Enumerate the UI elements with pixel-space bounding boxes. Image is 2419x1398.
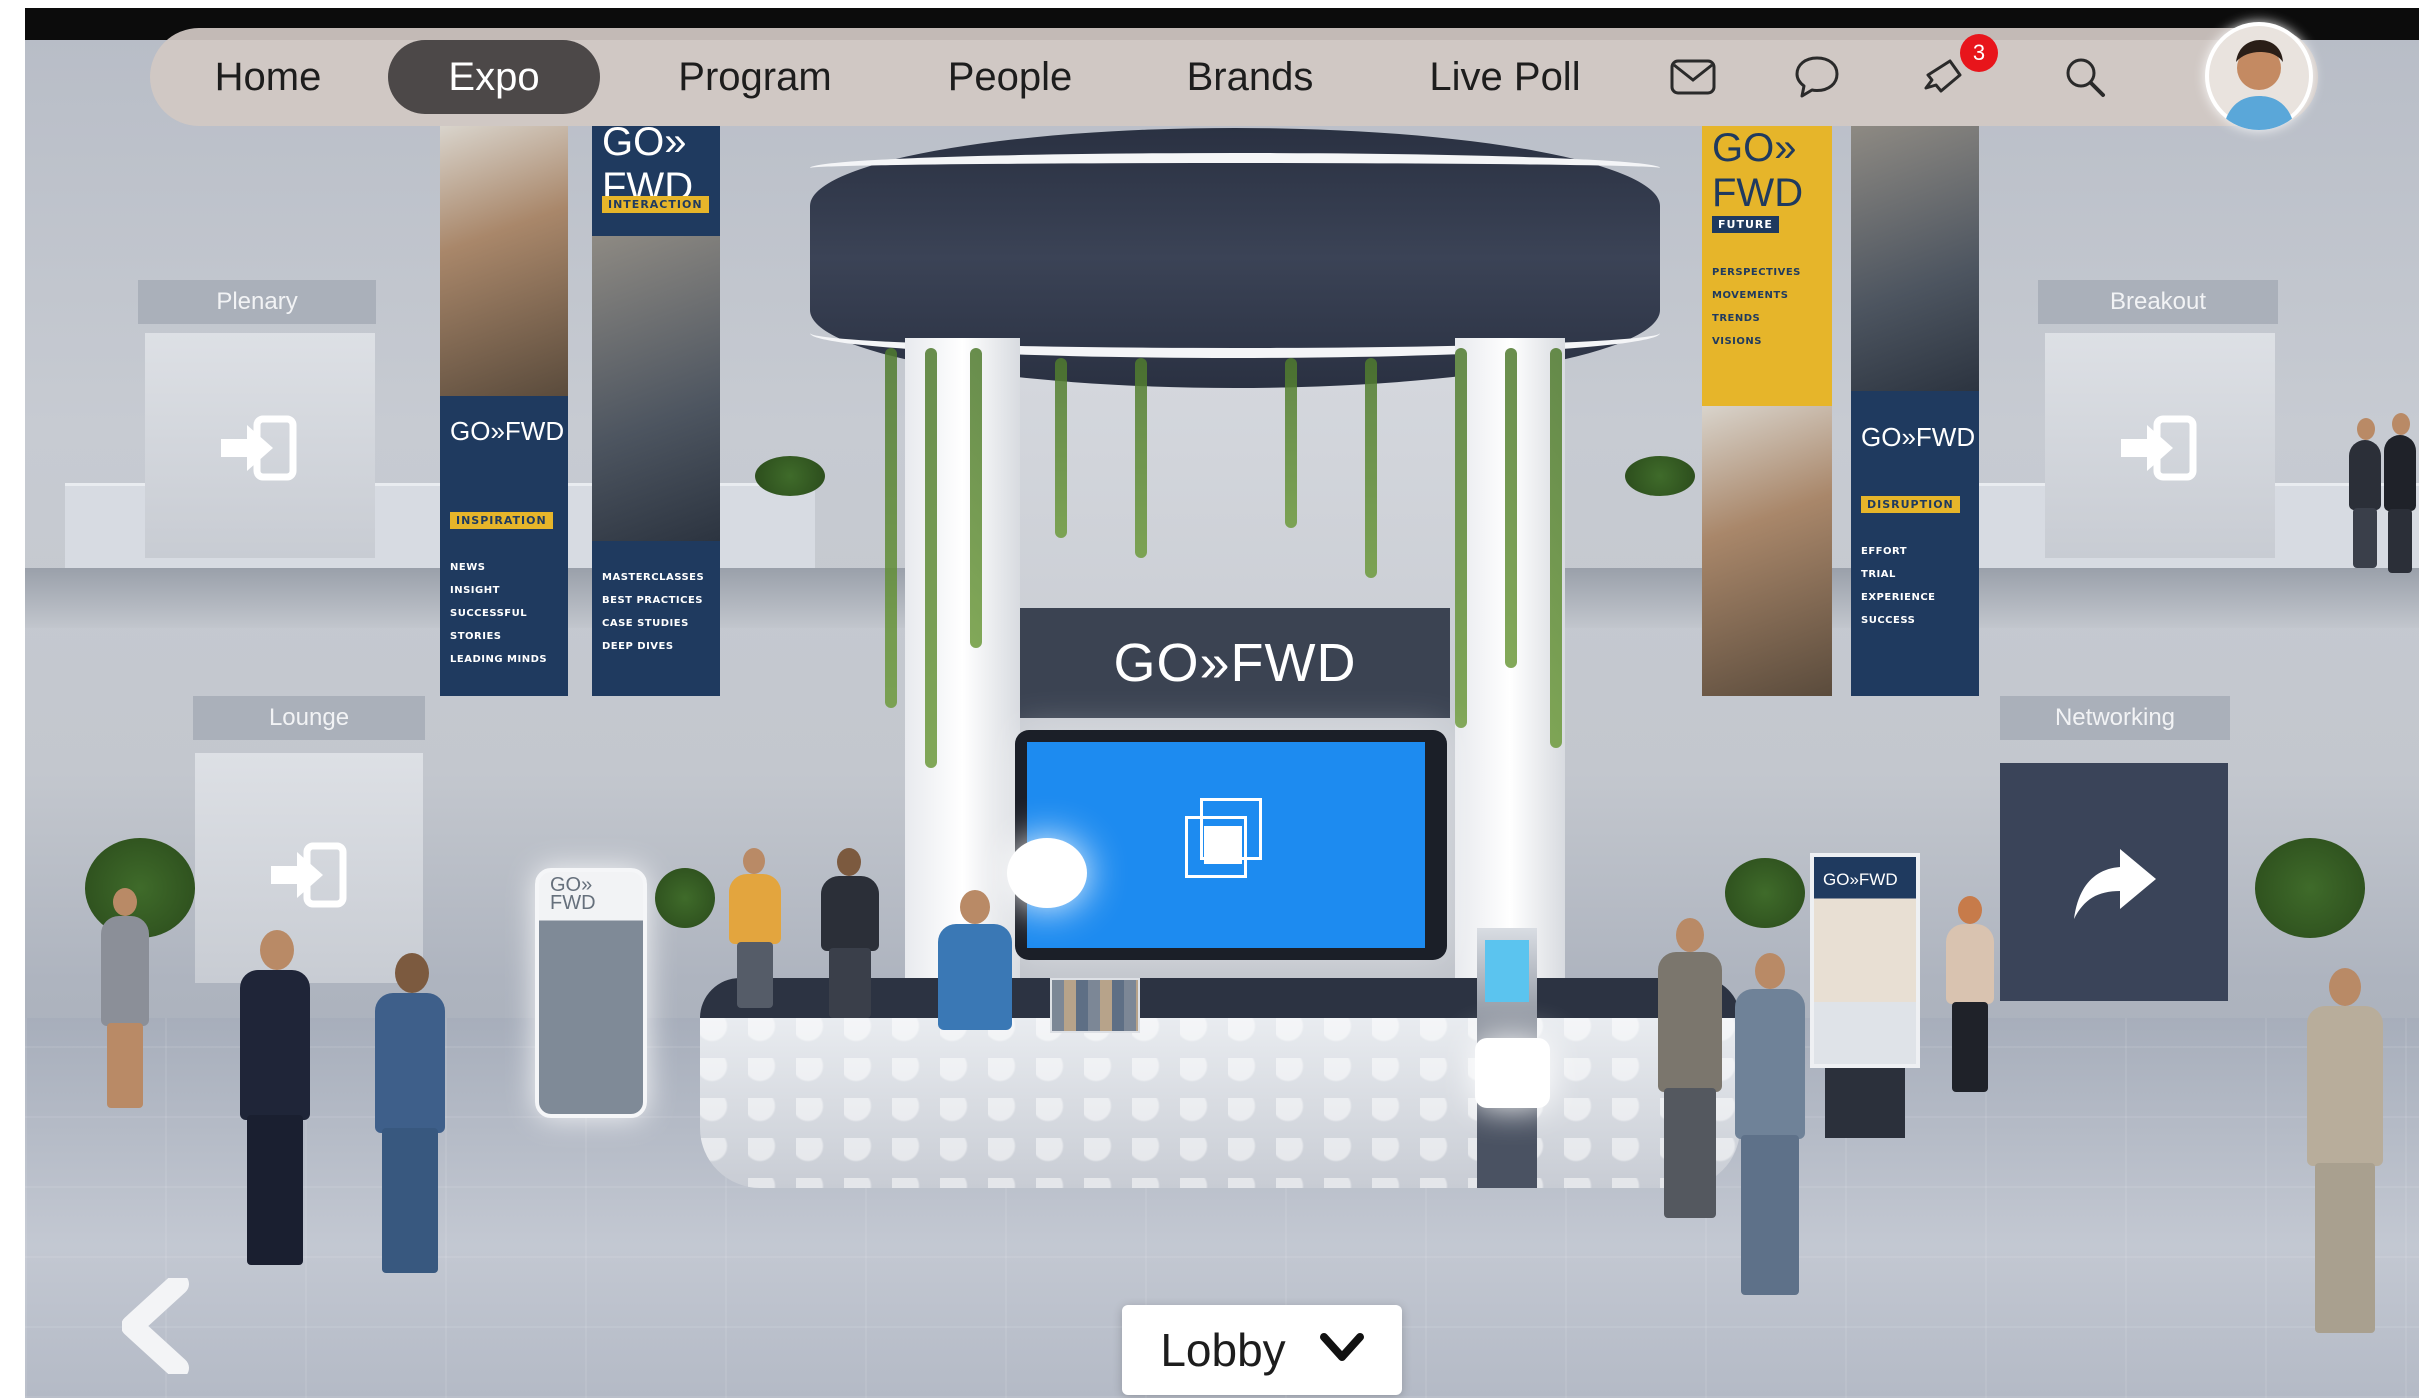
stand-right-logo: GO»FWD — [1823, 870, 1898, 889]
screen-media-icon-fill[interactable] — [1204, 826, 1242, 864]
banner-interaction: GO» FWD INTERACTION MASTERCLASSES BEST P… — [592, 126, 720, 696]
banner-tag: FUTURE — [1712, 216, 1779, 233]
portal-sign-networking: Networking — [2000, 696, 2230, 740]
chevron-down-icon — [1319, 1333, 1364, 1367]
banner-list: PERSPECTIVES MOVEMENTS TRENDS VISIONS — [1712, 267, 1801, 347]
mail-icon[interactable] — [1668, 54, 1718, 100]
kiosk-hotspot-glow[interactable] — [1475, 1038, 1550, 1108]
vine — [1455, 348, 1467, 728]
notification-badge: 3 — [1960, 34, 1998, 72]
booth-header-logo: GO»FWD — [1020, 608, 1450, 718]
portal-sign-breakout: Breakout — [2038, 280, 2278, 324]
kiosk-screen[interactable] — [1485, 940, 1529, 1002]
notification-icon[interactable] — [1918, 54, 1968, 100]
chat-icon[interactable] — [1792, 54, 1842, 100]
nav-brands[interactable]: Brands — [1150, 40, 1350, 114]
banner-tag: INTERACTION — [602, 196, 709, 213]
attendee-avatar — [1940, 896, 2000, 1096]
portal-sign-lounge: Lounge — [193, 696, 425, 740]
reception-desk-front — [700, 1018, 1740, 1188]
nav-program[interactable]: Program — [640, 40, 870, 114]
banner-tag: INSPIRATION — [450, 512, 553, 529]
banner-future: GO» FWD FUTURE PERSPECTIVES MOVEMENTS TR… — [1702, 126, 1832, 696]
vine — [885, 348, 897, 708]
back-arrow-icon[interactable] — [117, 1276, 197, 1376]
banner-title: GO»FWD — [450, 416, 565, 446]
portal-breakout-enter-icon[interactable] — [2105, 403, 2215, 493]
banner-title: GO»FWD — [1861, 422, 1976, 452]
attendee-avatar — [930, 890, 1020, 1030]
banner-disruption: GO»FWD DISRUPTION EFFORT TRIAL EXPERIENC… — [1851, 126, 1979, 696]
banner-list: MASTERCLASSES BEST PRACTICES CASE STUDIE… — [602, 572, 705, 652]
attendee-avatar — [2380, 413, 2419, 573]
attendee-avatar — [1650, 918, 1730, 1218]
banner-photo — [592, 236, 720, 541]
plant — [1625, 456, 1695, 496]
attendee-avatar — [2345, 418, 2385, 568]
banner-photo — [440, 126, 568, 396]
lobby-scene: Plenary Breakout Lounge Networking GO»FW… — [25, 8, 2419, 1398]
vine — [1285, 358, 1297, 528]
nav-expo[interactable]: Expo — [388, 40, 600, 114]
location-dropdown[interactable]: Lobby — [1122, 1305, 1402, 1395]
banner-inspiration: GO»FWD INSPIRATION NEWS INSIGHT SUCCESSF… — [440, 126, 568, 696]
portal-sign-plenary: Plenary — [138, 280, 376, 324]
stand-right-base — [1825, 1068, 1905, 1138]
plant — [755, 456, 825, 496]
vine — [1550, 348, 1562, 748]
banner-photo — [1702, 406, 1832, 696]
attendee-avatar — [815, 848, 885, 1018]
banner-photo — [1851, 126, 1979, 391]
portal-lounge-enter-icon[interactable] — [255, 830, 365, 920]
nav-live-poll[interactable]: Live Poll — [1390, 40, 1620, 114]
attendee-avatar — [1725, 953, 1815, 1303]
vine — [1135, 358, 1147, 558]
plant — [1725, 858, 1805, 928]
vine — [1365, 358, 1377, 578]
banner-title: GO» FWD — [1712, 126, 1804, 215]
portal-networking-share-icon[interactable] — [2065, 838, 2165, 928]
attendee-avatar — [2295, 968, 2395, 1338]
attendee-avatar — [225, 930, 325, 1280]
nav-home[interactable]: Home — [188, 40, 348, 114]
search-icon[interactable] — [2060, 54, 2110, 100]
banner-tag: DISRUPTION — [1861, 496, 1960, 513]
vine — [970, 348, 982, 648]
stand-left-logo: GO» FWD — [550, 874, 596, 914]
canopy-trim-top — [810, 153, 1660, 183]
banner-list: NEWS INSIGHT SUCCESSFUL STORIES LEADING … — [450, 562, 548, 665]
attendee-avatar — [725, 848, 785, 1008]
banner-list: EFFORT TRIAL EXPERIENCE SUCCESS — [1861, 546, 1936, 626]
attendee-avatar — [95, 888, 155, 1108]
location-label: Lobby — [1160, 1324, 1286, 1376]
user-avatar[interactable] — [2205, 22, 2313, 130]
vine — [925, 348, 937, 768]
desk-photo-gallery[interactable] — [1050, 978, 1140, 1033]
vine — [1055, 358, 1067, 538]
plant — [2255, 838, 2365, 938]
portal-plenary-enter-icon[interactable] — [205, 403, 315, 493]
nav-people[interactable]: People — [910, 40, 1110, 114]
plant — [655, 868, 715, 928]
vine — [1505, 348, 1517, 668]
attendee-avatar — [360, 953, 460, 1283]
